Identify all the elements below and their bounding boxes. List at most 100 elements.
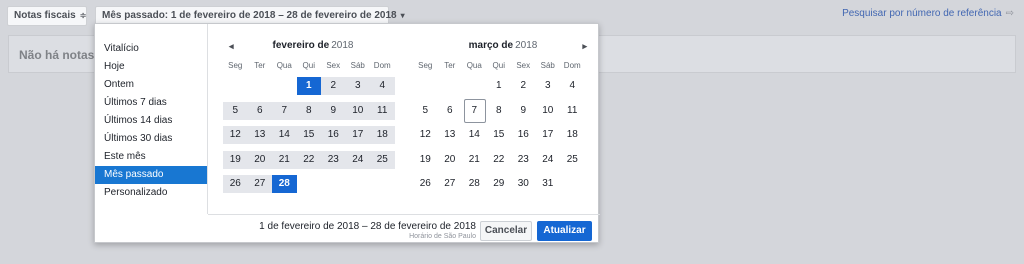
day-cell[interactable]: 28 — [462, 175, 487, 193]
day-cell[interactable]: 27 — [247, 175, 272, 194]
day-cell[interactable]: 12 — [413, 126, 438, 144]
week-row: 19 20 21 22 23 24 25 — [223, 148, 403, 173]
day-cell[interactable]: 10 — [345, 101, 370, 120]
day-cell[interactable]: 4 — [370, 77, 395, 96]
next-month-arrow-icon[interactable]: ▸ — [582, 24, 587, 68]
month-year: 2018 — [331, 40, 354, 51]
day-cell[interactable]: 18 — [560, 126, 585, 144]
day-cell[interactable]: 28 — [272, 175, 297, 194]
month-title: março de — [468, 40, 514, 51]
day-cell[interactable]: 1 — [296, 77, 321, 96]
day-cell[interactable]: 21 — [462, 151, 487, 169]
day-cell[interactable]: 9 — [321, 101, 346, 120]
day-cell[interactable]: 29 — [487, 175, 512, 193]
day-cell[interactable]: 5 — [413, 102, 438, 120]
cancel-button[interactable]: Cancelar — [480, 221, 532, 241]
preset-item[interactable]: Mês passado — [95, 166, 207, 184]
day-cell[interactable]: 2 — [511, 77, 536, 95]
preset-item[interactable]: Vitalício — [95, 40, 207, 58]
prev-month-arrow-icon[interactable]: ◂ — [229, 24, 234, 68]
day-cell[interactable]: 20 — [438, 151, 463, 169]
weekday-header-row: Seg Ter Qua Qui Sex Sáb Dom — [223, 58, 403, 74]
weekday-label: Sex — [516, 61, 531, 70]
empty-day-cell — [297, 175, 322, 193]
preset-item[interactable]: Personalizado — [95, 184, 207, 202]
day-cell[interactable]: 10 — [536, 102, 561, 120]
day-cell[interactable]: 6 — [438, 102, 463, 120]
day-cell[interactable]: 15 — [487, 126, 512, 144]
day-grid: Seg Ter Qua Qui Sex Sáb Dom 1 2 3 4 5 6 7 8 9 10 11 12 13 14… — [223, 58, 403, 197]
week-row: 26 27 28 — [223, 172, 403, 197]
selected-range-text: 1 de fevereiro de 2018 – 28 de fevereiro… — [259, 221, 476, 232]
day-cell[interactable]: 31 — [536, 175, 561, 193]
day-cell[interactable]: 11 — [560, 102, 585, 120]
day-cell[interactable]: 20 — [247, 150, 272, 169]
day-cell[interactable]: 7 — [272, 101, 297, 120]
calendar-header: março de 2018 ▸ — [413, 24, 593, 58]
notas-fiscais-dropdown[interactable]: Notas fiscais ≑ — [7, 6, 87, 26]
day-cell[interactable]: 19 — [413, 151, 438, 169]
weekday-label: Qui — [302, 61, 315, 70]
day-cell[interactable]: 3 — [345, 77, 370, 96]
day-cell[interactable]: 24 — [536, 151, 561, 169]
day-cell[interactable]: 23 — [321, 150, 346, 169]
day-cell[interactable]: 25 — [560, 151, 585, 169]
update-button[interactable]: Atualizar — [537, 221, 592, 241]
date-picker-footer: 1 de fevereiro de 2018 – 28 de fevereiro… — [208, 214, 600, 244]
preset-list: Vitalício Hoje Ontem Últimos 7 dias Últimos … — [95, 24, 208, 214]
empty-day-cell — [321, 175, 346, 193]
day-cell[interactable]: 27 — [438, 175, 463, 193]
day-cell[interactable]: 25 — [370, 150, 395, 169]
day-cell[interactable]: 11 — [370, 101, 395, 120]
date-range-label: Mês passado: 1 de fevereiro de 2018 – 28… — [102, 10, 397, 21]
day-cell[interactable]: 8 — [487, 102, 512, 120]
day-cell[interactable]: 30 — [511, 175, 536, 193]
preset-item[interactable]: Ontem — [95, 76, 207, 94]
day-cell[interactable]: 15 — [296, 126, 321, 145]
day-cell[interactable]: 2 — [321, 77, 346, 96]
week-row: 12 13 14 15 16 17 18 — [223, 123, 403, 148]
day-cell[interactable]: 5 — [223, 101, 248, 120]
day-cell[interactable]: 13 — [438, 126, 463, 144]
day-cell[interactable]: 22 — [296, 150, 321, 169]
weekday-label: Sáb — [540, 61, 555, 70]
day-cell[interactable]: 24 — [345, 150, 370, 169]
day-cell[interactable]: 13 — [247, 126, 272, 145]
preset-item[interactable]: Últimos 30 dias — [95, 130, 207, 148]
day-cell[interactable]: 16 — [511, 126, 536, 144]
day-cell[interactable]: 18 — [370, 126, 395, 145]
day-cell[interactable]: 16 — [321, 126, 346, 145]
day-cell[interactable]: 14 — [272, 126, 297, 145]
day-cell[interactable]: 7 — [462, 98, 487, 123]
day-cell[interactable]: 19 — [223, 150, 248, 169]
weekday-header-row: Seg Ter Qua Qui Sex Sáb Dom — [413, 58, 593, 74]
day-cell[interactable]: 17 — [345, 126, 370, 145]
day-cell[interactable]: 12 — [223, 126, 248, 145]
day-cell[interactable]: 9 — [511, 102, 536, 120]
day-cell[interactable]: 23 — [511, 151, 536, 169]
day-cell[interactable]: 17 — [536, 126, 561, 144]
preset-item[interactable]: Últimos 7 dias — [95, 94, 207, 112]
week-row: 5 6 7 8 9 10 11 — [413, 98, 593, 124]
day-cell[interactable]: 1 — [487, 77, 512, 95]
day-cell[interactable]: 6 — [247, 101, 272, 120]
day-cell[interactable]: 8 — [296, 101, 321, 120]
weekday-label: Sáb — [350, 61, 365, 70]
empty-day-cell — [462, 77, 487, 95]
preset-item[interactable]: Hoje — [95, 58, 207, 76]
week-row: 1234 — [223, 74, 403, 99]
day-cell[interactable]: 26 — [223, 175, 248, 194]
day-cell[interactable]: 22 — [487, 151, 512, 169]
search-by-reference-link[interactable]: Pesquisar por número de referência ⇨ — [842, 8, 1014, 19]
day-cell[interactable]: 3 — [536, 77, 561, 95]
empty-state-message: Não há notas — [19, 48, 95, 62]
preset-item[interactable]: Este mês — [95, 148, 207, 166]
preset-item[interactable]: Últimos 14 dias — [95, 112, 207, 130]
day-cell[interactable]: 26 — [413, 175, 438, 193]
day-cell[interactable]: 14 — [462, 126, 487, 144]
empty-day-cell — [413, 77, 438, 95]
month-year: 2018 — [515, 40, 538, 51]
day-cell[interactable]: 21 — [272, 150, 297, 169]
day-cell[interactable]: 4 — [560, 77, 585, 95]
week-row: 5 6 7 8 9 10 11 — [223, 99, 403, 124]
